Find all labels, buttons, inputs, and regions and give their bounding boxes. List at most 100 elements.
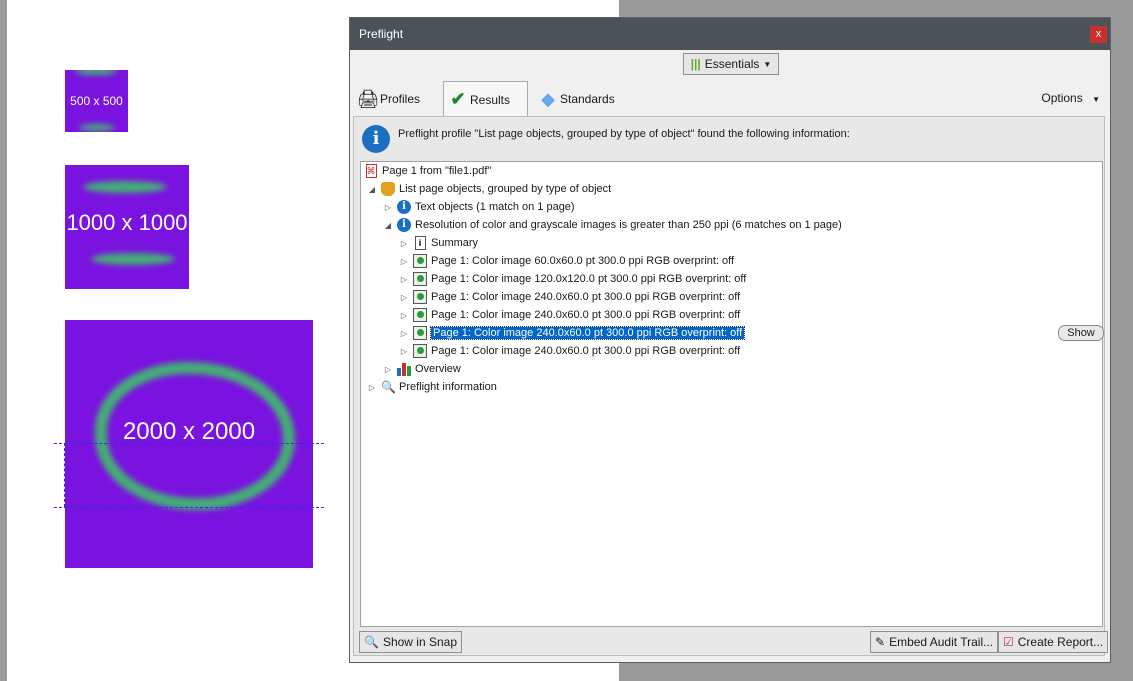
image-icon (413, 308, 427, 322)
close-button[interactable]: x (1090, 26, 1107, 43)
tree-label: Resolution of color and grayscale images… (415, 219, 842, 231)
tree-row-image[interactable]: ▷ Page 1: Color image 240.0x60.0 pt 300.… (399, 342, 740, 360)
selection-guide-bottom (54, 507, 324, 508)
expand-arrow-icon[interactable]: ▷ (399, 347, 409, 356)
tree-label: List page objects, grouped by type of ob… (399, 183, 612, 195)
results-tree[interactable]: ⌘ Page 1 from "file1.pdf" ◢ List page ob… (360, 161, 1104, 627)
options-menu[interactable]: Options ▼ (1041, 91, 1100, 105)
tree-label: Page 1: Color image 240.0x60.0 pt 300.0 … (431, 291, 741, 303)
library-icon: ||| (690, 57, 701, 71)
green-blur-top (75, 70, 117, 75)
show-in-snap-button[interactable]: 🔍 Show in Snap (359, 631, 463, 653)
results-panel: i Preflight profile "List page objects, … (353, 116, 1105, 656)
expand-arrow-icon[interactable]: ▷ (399, 311, 409, 320)
image-icon (413, 254, 427, 268)
expand-arrow-icon[interactable]: ▷ (367, 383, 377, 392)
summary-document-icon: i (414, 236, 426, 250)
image-thumbnail-500[interactable]: 500 x 500 (65, 70, 128, 132)
dropdown-arrow-icon: ▼ (1092, 95, 1100, 104)
tree-row-image[interactable]: ▷ Page 1: Color image 240.0x60.0 pt 300.… (399, 288, 740, 306)
stamp-icon: ✎ (875, 635, 886, 649)
image-icon (413, 344, 427, 358)
image-icon (413, 272, 427, 286)
show-button[interactable]: Show (1058, 325, 1104, 341)
expand-arrow-icon[interactable]: ▷ (383, 365, 393, 374)
tree-label: Page 1: Color image 60.0x60.0 pt 300.0 p… (431, 255, 735, 267)
tree-label: Page 1: Color image 240.0x60.0 pt 300.0 … (431, 309, 741, 321)
image-icon (413, 326, 427, 340)
thumbnail-label: 1000 x 1000 (66, 210, 188, 235)
tree-label: Page 1: Color image 120.0x120.0 pt 300.0… (431, 273, 747, 285)
selection-guide-right (312, 443, 313, 507)
expand-arrow-icon[interactable]: ▷ (399, 257, 409, 266)
tree-label: Summary (431, 237, 479, 249)
dropdown-arrow-icon: ▼ (763, 59, 772, 69)
tree-row-image-selected[interactable]: ▷ Page 1: Color image 240.0x60.0 pt 300.… (399, 324, 746, 342)
tree-row-resolution[interactable]: ◢ i Resolution of color and grayscale im… (383, 216, 842, 234)
expand-arrow-icon[interactable]: ▷ (383, 203, 393, 212)
tree-label: Overview (415, 363, 461, 375)
pdf-icon: ⌘ (365, 164, 377, 178)
image-icon (413, 290, 427, 304)
tab-label: Results (470, 92, 511, 107)
tree-row-text-objects[interactable]: ▷ i Text objects (1 match on 1 page) (383, 198, 575, 216)
flask-icon (381, 182, 395, 196)
printer-search-icon: 🖨 (356, 88, 380, 109)
tree-row-overview[interactable]: ▷ Overview (383, 360, 461, 378)
tab-label: Standards (560, 92, 615, 106)
tree-label: Page 1: Color image 240.0x60.0 pt 300.0 … (431, 345, 741, 357)
tree-row-group[interactable]: ◢ List page objects, grouped by type of … (367, 180, 611, 198)
info-icon: i (397, 200, 411, 214)
tree-label: Text objects (1 match on 1 page) (415, 201, 575, 213)
tab-label: Profiles (380, 92, 421, 106)
thumbnail-label: 2000 x 2000 (122, 418, 256, 445)
report-icon: ☑ (1003, 635, 1014, 649)
green-blur-top (83, 181, 167, 193)
page-left-edge (0, 0, 7, 681)
thumbnail-label: 500 x 500 (70, 94, 123, 108)
create-report-button[interactable]: ☑ Create Report... (998, 631, 1109, 653)
button-label: Create Report... (1017, 635, 1104, 649)
info-icon: i (362, 125, 390, 153)
green-blur-bottom (91, 253, 175, 265)
magnifier-icon: 🔍 (364, 635, 379, 649)
dialog-titlebar[interactable]: Preflight x (350, 18, 1110, 50)
bar-chart-icon (397, 362, 411, 376)
tab-profiles[interactable]: 🖨 Profiles (356, 81, 421, 117)
image-thumbnail-1000[interactable]: 1000 x 1000 (65, 165, 189, 289)
diamond-icon: ◆ (541, 88, 555, 109)
tree-label: Page 1 from "file1.pdf" (382, 165, 492, 177)
tab-results[interactable]: ✔ Results (443, 81, 528, 117)
tree-row-image[interactable]: ▷ Page 1: Color image 240.0x60.0 pt 300.… (399, 306, 740, 324)
embed-audit-trail-button[interactable]: ✎ Embed Audit Trail... (870, 631, 999, 653)
button-label: Show in Snap (382, 635, 458, 649)
preflight-dialog: Preflight x ||| Essentials ▼ 🖨 Profiles … (349, 17, 1111, 663)
tree-label: Page 1: Color image 240.0x60.0 pt 300.0 … (429, 326, 746, 340)
info-icon: i (397, 218, 411, 232)
expand-arrow-icon[interactable]: ▷ (399, 329, 409, 338)
essentials-dropdown[interactable]: ||| Essentials ▼ (683, 53, 779, 75)
collapse-arrow-icon[interactable]: ◢ (383, 221, 393, 230)
collapse-arrow-icon[interactable]: ◢ (367, 185, 377, 194)
tree-row-page[interactable]: ⌘ Page 1 from "file1.pdf" (363, 162, 491, 180)
magnifier-icon: 🔍 (381, 380, 396, 394)
selection-guide-top (54, 443, 324, 444)
checkmark-icon: ✔ (450, 89, 466, 109)
tree-row-preflight-info[interactable]: ▷ 🔍 Preflight information (367, 378, 497, 396)
expand-arrow-icon[interactable]: ▷ (399, 275, 409, 284)
selection-guide-left (64, 443, 65, 507)
expand-arrow-icon[interactable]: ▷ (399, 293, 409, 302)
info-banner: i Preflight profile "List page objects, … (362, 125, 850, 153)
expand-arrow-icon[interactable]: ▷ (399, 239, 409, 248)
essentials-label: Essentials (704, 57, 760, 71)
options-label: Options (1041, 91, 1083, 105)
tree-row-image[interactable]: ▷ Page 1: Color image 60.0x60.0 pt 300.0… (399, 252, 734, 270)
button-label: Embed Audit Trail... (889, 635, 994, 649)
image-thumbnail-2000[interactable]: 2000 x 2000 (65, 320, 313, 568)
tab-standards[interactable]: ◆ Standards (540, 81, 615, 117)
info-text: Preflight profile "List page objects, gr… (398, 128, 850, 140)
tree-label: Preflight information (399, 381, 497, 393)
tree-row-summary[interactable]: ▷ i Summary (399, 234, 478, 252)
dialog-title: Preflight (359, 27, 404, 41)
tree-row-image[interactable]: ▷ Page 1: Color image 120.0x120.0 pt 300… (399, 270, 746, 288)
